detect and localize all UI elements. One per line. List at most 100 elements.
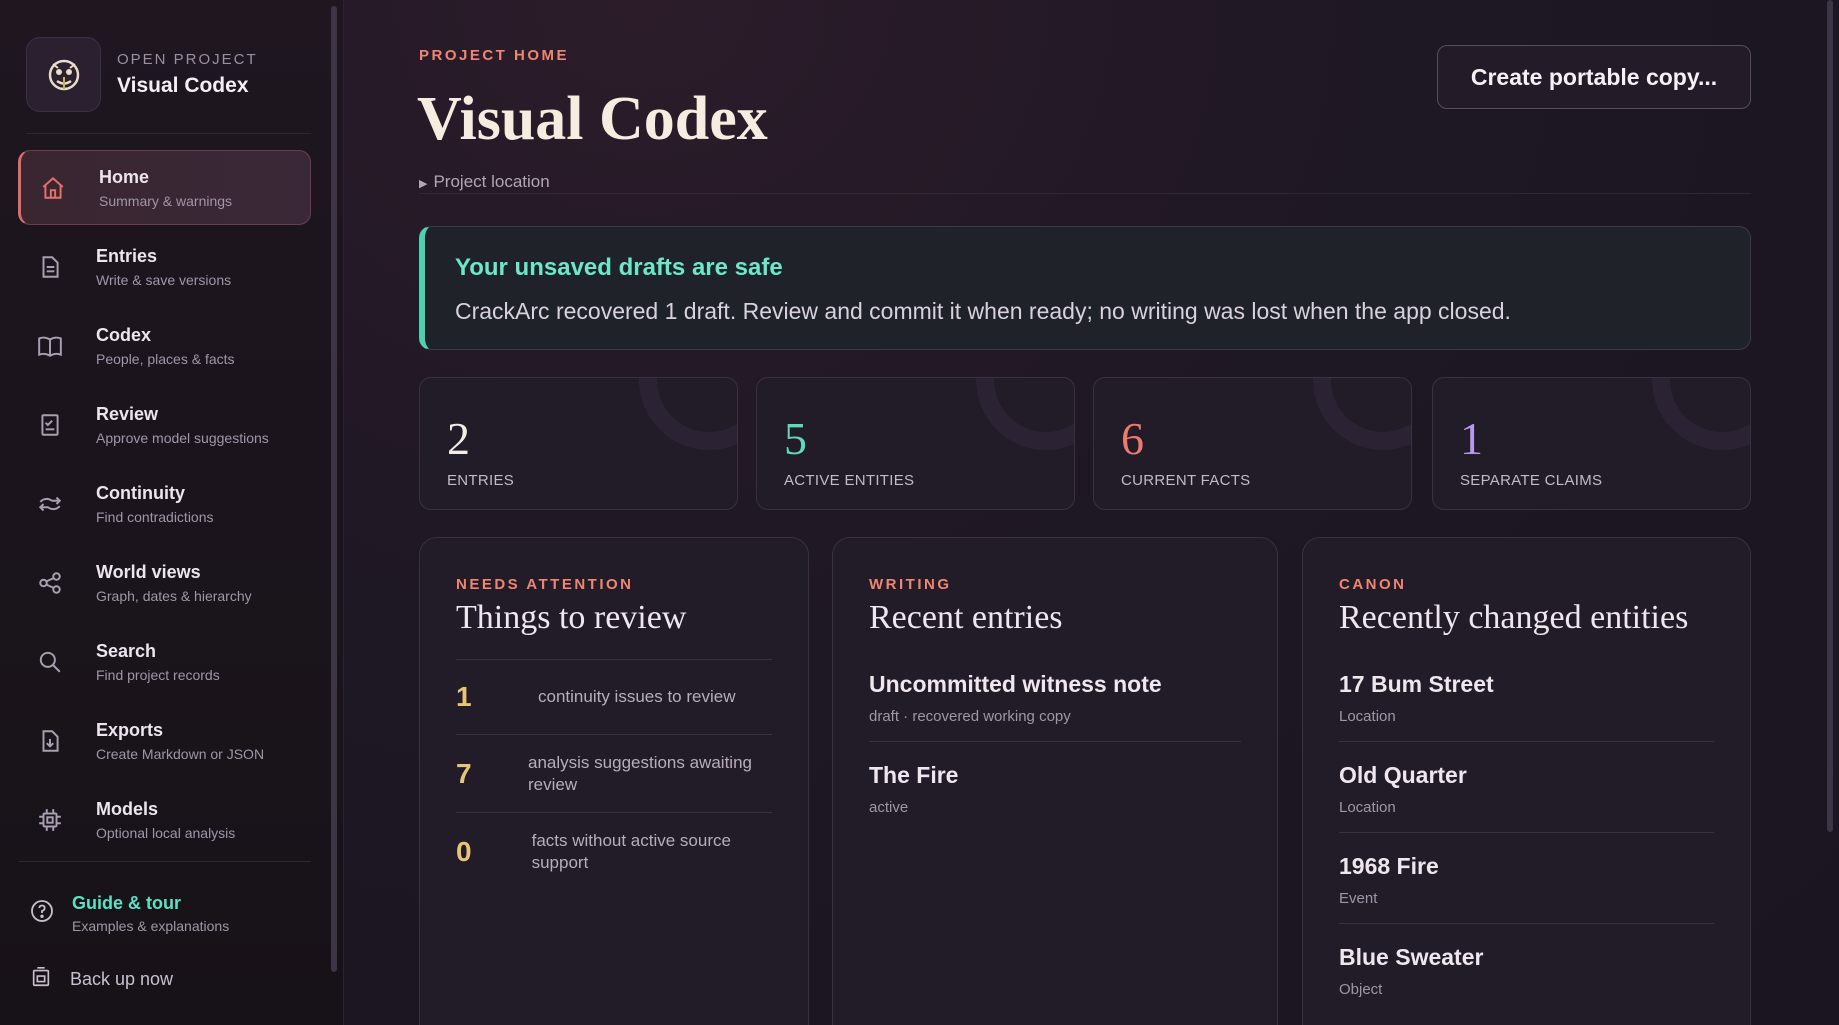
chip-icon <box>30 800 70 840</box>
entity-item[interactable]: Blue Sweater Object <box>1339 924 1714 1014</box>
sidebar-item-title: Search <box>96 640 157 661</box>
review-count: 7 <box>456 757 472 789</box>
review-row[interactable]: 7 analysis suggestions awaiting review <box>456 735 772 813</box>
entry-status: active <box>869 799 909 816</box>
sidebar-item-models[interactable]: Models Optional local analysis <box>18 782 311 857</box>
recovered-drafts-banner: Your unsaved drafts are safe CrackArc re… <box>419 226 1751 350</box>
banner-title: Your unsaved drafts are safe <box>455 254 783 281</box>
sidebar-item-title: Models <box>96 798 159 819</box>
recently-changed-entities-card: CANON Recently changed entities 17 Bum S… <box>1302 537 1751 1025</box>
main-scrollbar[interactable] <box>1827 0 1833 832</box>
review-count: 0 <box>456 836 472 867</box>
sidebar-item-subtitle: Summary & warnings <box>99 192 233 209</box>
decorative-ring <box>1313 378 1411 450</box>
stat-value: 2 <box>447 413 470 464</box>
stat-label: CURRENT FACTS <box>1121 472 1251 489</box>
entity-item[interactable]: 1968 Fire Event <box>1339 833 1714 924</box>
sidebar-item-title: Exports <box>96 719 164 740</box>
stat-value: 5 <box>784 413 807 464</box>
arrows-icon <box>30 484 70 524</box>
entity-name: Blue Sweater <box>1339 944 1484 970</box>
sidebar-item-continuity[interactable]: Continuity Find contradictions <box>18 466 311 541</box>
sidebar-item-exports[interactable]: Exports Create Markdown or JSON <box>18 703 311 778</box>
decorative-ring <box>639 378 737 450</box>
entity-name: 1968 Fire <box>1339 853 1439 879</box>
card-eyebrow: NEEDS ATTENTION <box>456 576 634 593</box>
decorative-ring <box>1652 378 1750 450</box>
sidebar-item-subtitle: People, places & facts <box>96 350 235 367</box>
sidebar-item-subtitle: Write & save versions <box>96 271 232 288</box>
search-icon <box>30 642 70 682</box>
review-text: facts without active source support <box>531 831 731 872</box>
page-eyebrow: PROJECT HOME <box>419 47 570 64</box>
book-icon <box>30 326 70 366</box>
card-title: Recently changed entities <box>1339 599 1689 636</box>
review-row[interactable]: 0 facts without active source support <box>456 813 772 891</box>
entry-item[interactable]: The Fire active <box>869 742 1241 832</box>
sidebar-item-entries[interactable]: Entries Write & save versions <box>18 229 311 304</box>
backup-icon <box>30 966 52 993</box>
sidebar-item-subtitle: Optional local analysis <box>96 824 236 841</box>
project-location-label: Project location <box>433 172 550 191</box>
things-to-review-card: NEEDS ATTENTION Things to review 1 conti… <box>419 537 809 1025</box>
entity-type: Location <box>1339 708 1396 725</box>
review-text: continuity issues to review <box>538 687 736 706</box>
stat-value: 6 <box>1121 413 1144 464</box>
project-label: OPEN PROJECT <box>117 51 258 68</box>
sidebar-item-search[interactable]: Search Find project records <box>18 624 311 699</box>
entity-type: Location <box>1339 799 1396 816</box>
home-icon <box>33 168 73 208</box>
entry-title: The Fire <box>869 762 959 788</box>
review-row[interactable]: 1 continuity issues to review <box>456 660 772 735</box>
decorative-ring <box>976 378 1074 450</box>
sidebar-item-world-views[interactable]: World views Graph, dates & hierarchy <box>18 545 311 620</box>
sidebar-divider <box>18 861 311 862</box>
entity-name: 17 Bum Street <box>1339 671 1494 697</box>
sidebar-item-title: Home <box>99 166 150 187</box>
entity-item[interactable]: 17 Bum Street Location <box>1339 651 1714 742</box>
entity-item[interactable]: Old Quarter Location <box>1339 742 1714 833</box>
main-content: PROJECT HOME Visual Codex Create portabl… <box>344 0 1839 1025</box>
entry-item[interactable]: Uncommitted witness note draft · recover… <box>869 651 1241 742</box>
stat-card-entries: 2 ENTRIES <box>419 377 738 510</box>
sidebar: OPEN PROJECT Visual Codex Home Summary &… <box>0 0 344 1025</box>
review-count: 1 <box>456 681 472 712</box>
stat-card-separate-claims: 1 SEPARATE CLAIMS <box>1432 377 1751 510</box>
project-logo-icon <box>26 37 101 112</box>
stat-value: 1 <box>1460 413 1483 464</box>
sidebar-item-codex[interactable]: Codex People, places & facts <box>18 308 311 383</box>
sidebar-item-subtitle: Approve model suggestions <box>96 429 269 446</box>
review-text: analysis suggestions awaiting review <box>528 752 752 794</box>
stat-card-current-facts: 6 CURRENT FACTS <box>1093 377 1412 510</box>
sidebar-item-title: Continuity <box>96 482 185 503</box>
card-title: Things to review <box>456 599 687 636</box>
sidebar-item-subtitle: Find contradictions <box>96 508 214 525</box>
open-project[interactable]: OPEN PROJECT Visual Codex <box>26 32 311 134</box>
create-portable-copy-button[interactable]: Create portable copy... <box>1437 45 1751 109</box>
entry-title: Uncommitted witness note <box>869 671 1162 697</box>
project-location-toggle[interactable]: ▶ Project location <box>419 172 1751 194</box>
help-circle-icon <box>30 899 54 928</box>
entry-status: draft · recovered working copy <box>869 708 1071 725</box>
sidebar-item-review[interactable]: Review Approve model suggestions <box>18 387 311 462</box>
sidebar-item-home[interactable]: Home Summary & warnings <box>18 150 311 225</box>
stat-label: ENTRIES <box>447 472 515 489</box>
sidebar-item-title: Codex <box>96 324 152 345</box>
entity-type: Event <box>1339 890 1378 907</box>
guide-title: Guide & tour <box>72 893 181 913</box>
recent-entries-card: WRITING Recent entries Uncommitted witne… <box>832 537 1278 1025</box>
guide-and-tour-link[interactable]: Guide & tour Examples & explanations <box>30 893 229 934</box>
card-title: Recent entries <box>869 599 1063 636</box>
sidebar-scrollbar[interactable] <box>331 6 337 972</box>
card-eyebrow: CANON <box>1339 576 1407 593</box>
back-up-now-button[interactable]: Back up now <box>30 966 173 993</box>
download-icon <box>30 721 70 761</box>
guide-subtitle: Examples & explanations <box>72 918 230 934</box>
banner-text: CrackArc recovered 1 draft. Review and c… <box>455 298 1511 324</box>
share-graph-icon <box>30 563 70 603</box>
sidebar-item-subtitle: Graph, dates & hierarchy <box>96 587 252 604</box>
sidebar-item-title: Review <box>96 403 159 424</box>
project-name: Visual Codex <box>117 74 249 97</box>
disclosure-triangle-icon: ▶ <box>419 178 428 190</box>
sidebar-item-title: World views <box>96 561 201 582</box>
